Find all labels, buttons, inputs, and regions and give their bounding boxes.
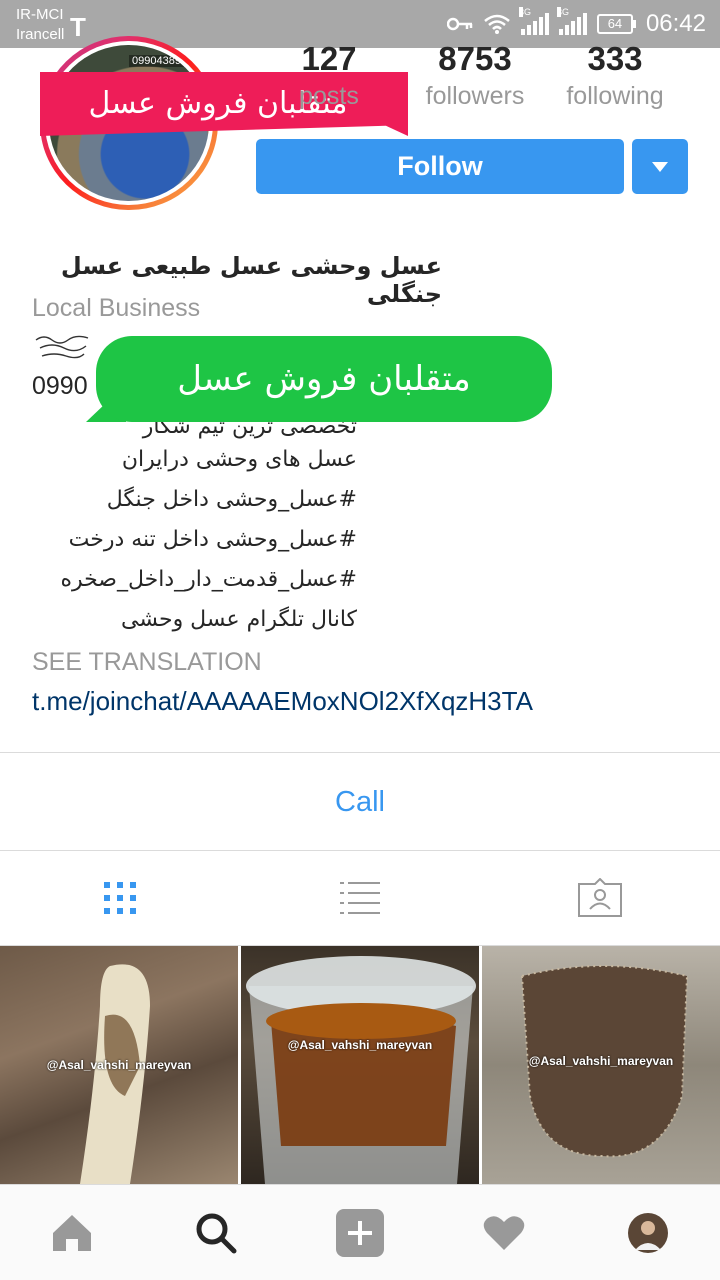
honey-bucket-image bbox=[246, 956, 476, 1184]
chevron-down-icon bbox=[652, 162, 668, 172]
carrier-name-2: Irancell bbox=[16, 26, 65, 43]
post-thumbnail[interactable]: @Asal_vahshi_mareyvan bbox=[241, 946, 479, 1184]
tab-grid[interactable] bbox=[0, 851, 240, 945]
bio-hashtag-line[interactable]: #عسل_قدمت_دار_داخل_صخره bbox=[32, 560, 357, 600]
green-speech-bubble: متقلبان فروش عسل bbox=[86, 336, 552, 422]
bottom-navigation bbox=[0, 1184, 720, 1280]
bio-hashtag-line[interactable]: #عسل_وحشی داخل جنگل bbox=[32, 480, 357, 520]
nav-activity[interactable] bbox=[432, 1185, 576, 1280]
posts-grid: @Asal_vahshi_mareyvan @Asal_vahshi_marey… bbox=[0, 946, 720, 1184]
divider bbox=[0, 752, 720, 753]
bio-website-link[interactable]: t.me/joinchat/AAAAAEMoxNOl2XfXqzH3TA bbox=[32, 686, 533, 717]
posts-value: 127 bbox=[301, 40, 357, 77]
call-button[interactable]: Call bbox=[0, 754, 720, 850]
bio-line: عسل های وحشی درایران bbox=[121, 447, 357, 472]
followers-count[interactable]: 8753 followers bbox=[410, 40, 540, 111]
wifi-icon bbox=[484, 14, 510, 34]
nav-profile[interactable] bbox=[576, 1185, 720, 1280]
suggested-dropdown-button[interactable] bbox=[632, 139, 688, 194]
following-label: following bbox=[566, 82, 664, 110]
post-watermark: @Asal_vahshi_mareyvan bbox=[46, 1058, 192, 1072]
bio-text: تخصصی ترین تیم شکار عسل های وحشی درایران… bbox=[32, 410, 357, 640]
grid-icon bbox=[104, 882, 136, 914]
battery-icon: 64 bbox=[596, 14, 636, 34]
tab-list[interactable] bbox=[240, 851, 480, 945]
bio-hashtag-line[interactable]: #عسل_وحشی داخل تنه درخت bbox=[32, 520, 357, 560]
following-value: 333 bbox=[587, 40, 643, 77]
follow-button[interactable]: Follow bbox=[256, 139, 624, 194]
profile-view-tabs bbox=[0, 851, 720, 945]
business-category: Local Business bbox=[32, 294, 201, 322]
add-icon bbox=[336, 1209, 384, 1257]
signal-icon: 3G bbox=[556, 7, 587, 35]
signal-icon: 3G bbox=[518, 7, 549, 35]
clock: 06:42 bbox=[645, 10, 706, 37]
status-icons: 3G 3G 64 06:42 bbox=[446, 7, 706, 40]
nav-search[interactable] bbox=[144, 1185, 288, 1280]
bio-line: کانال تلگرام عسل وحشی bbox=[121, 607, 357, 632]
bismillah-calligraphy-icon bbox=[35, 335, 89, 359]
followers-value: 8753 bbox=[438, 40, 512, 77]
nav-home[interactable] bbox=[0, 1185, 144, 1280]
post-thumbnail[interactable]: @Asal_vahshi_mareyvan bbox=[0, 946, 238, 1184]
battery-level: 64 bbox=[596, 14, 633, 34]
home-icon bbox=[53, 1215, 91, 1251]
green-bubble-text: متقلبان فروش عسل bbox=[177, 359, 471, 399]
profile-avatar bbox=[628, 1213, 668, 1253]
tagged-icon bbox=[578, 878, 622, 917]
list-icon bbox=[340, 882, 380, 914]
nav-add[interactable] bbox=[288, 1185, 432, 1280]
profile-stats: 127 posts 8753 followers 333 following bbox=[260, 40, 700, 130]
following-count[interactable]: 333 following bbox=[550, 40, 680, 111]
search-icon bbox=[196, 1213, 237, 1254]
post-thumbnail[interactable]: @Asal_vahshi_mareyvan bbox=[482, 946, 720, 1184]
avatar-phone-text: 09904389 bbox=[129, 55, 184, 67]
followers-label: followers bbox=[425, 82, 525, 110]
heart-icon bbox=[483, 1216, 525, 1250]
post-watermark: @Asal_vahshi_mareyvan bbox=[528, 1054, 674, 1068]
see-translation-link[interactable]: SEE TRANSLATION bbox=[32, 648, 262, 677]
posts-count[interactable]: 127 posts bbox=[274, 40, 384, 111]
notification-t-icon: T bbox=[70, 12, 86, 42]
posts-label: posts bbox=[299, 82, 359, 110]
carrier-name-1: IR-MCI bbox=[16, 6, 64, 23]
post-watermark: @Asal_vahshi_mareyvan bbox=[287, 1038, 433, 1052]
key-icon bbox=[446, 17, 473, 31]
bio-phone-number[interactable]: 0990 bbox=[32, 372, 88, 401]
tab-tagged[interactable] bbox=[480, 851, 720, 945]
